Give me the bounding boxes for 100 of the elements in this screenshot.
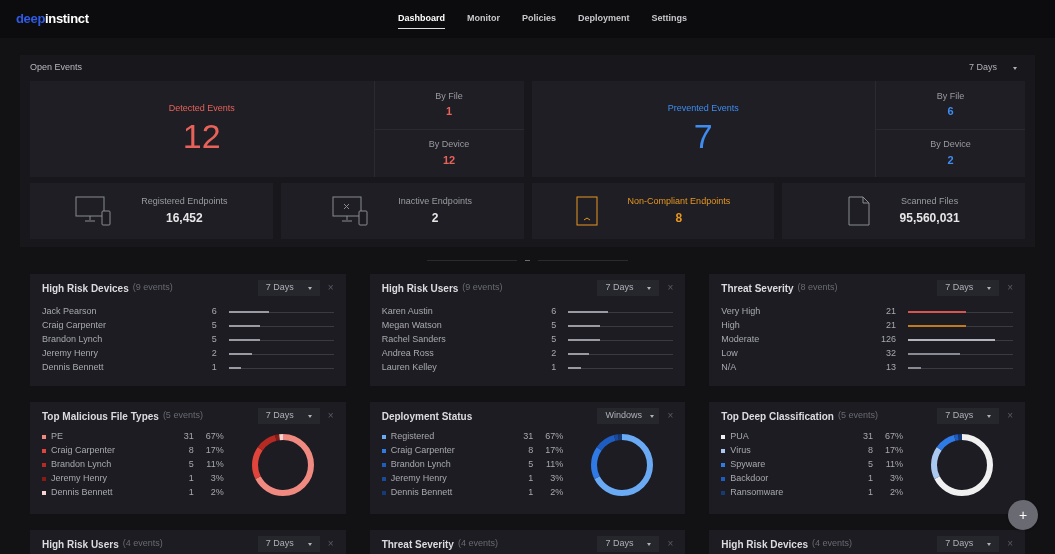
legend-percent: 67% [883,430,903,444]
widget-title: Threat Severity [721,281,794,296]
breakdown-label: By Device [930,138,971,152]
caret-icon [987,286,992,290]
computer-icon [332,196,369,226]
breakdown-label: By File [435,89,463,103]
legend-count: 31 [861,430,873,444]
collapse-handle-icon[interactable] [525,260,530,261]
row-label: Andrea Ross [381,347,435,361]
row-label: Very High [721,305,762,319]
file-icon [847,196,870,226]
event-count: (5 events) [162,409,203,423]
row-count: 6 [550,305,557,319]
legend-count: 5 [866,458,873,472]
legend-label: Spyware [730,458,767,472]
range-dropdown[interactable]: 7 Days [597,280,660,296]
legend-count: 8 [527,444,534,458]
summary-label: Detected Events [168,102,235,116]
nav-tab[interactable]: Dashboard [397,8,445,30]
breakdown-label: By Device [428,138,470,152]
event-count: (8 events) [797,281,838,295]
legend-percent: 11% [884,458,903,472]
widget-title: High Risk Users [42,537,119,552]
panel-title: Open Events [30,61,83,75]
nav-tab[interactable]: Settings [651,8,688,30]
caret-icon [987,542,992,546]
caret-icon [650,414,654,418]
legend-label: Backdoor [730,472,770,486]
range-dropdown[interactable]: 7 Days [257,536,320,552]
legend-label: Dennis Bennett [390,486,454,500]
row-count: 13 [884,361,896,375]
legend-label: Jeremy Henry [390,472,448,486]
row-count: 5 [210,333,217,347]
legend-percent: 17% [544,444,564,458]
row-count: 21 [884,305,896,319]
range-dropdown[interactable]: 7 Days [597,536,660,552]
event-count: (4 events) [122,537,163,551]
legend-percent: 17% [883,444,903,458]
legend-count: 5 [187,458,194,472]
row-label: Craig Carpenter [42,319,108,333]
summary-label: Prevented Events [667,102,739,116]
row-label: Rachel Sanders [381,333,447,347]
row-count: 5 [550,333,557,347]
event-count: (5 events) [837,409,878,423]
row-count: 5 [210,319,217,333]
row-label: Lauren Kelley [381,361,438,375]
row-label: N/A [721,361,738,375]
legend-percent: 3% [888,472,903,486]
nav-tab[interactable]: Deployment [578,8,630,30]
stat-label: Scanned Files [901,195,959,209]
row-count: 21 [884,319,896,333]
legend-percent: 67% [204,430,224,444]
legend-count: 1 [187,486,194,500]
event-count: (9 events) [462,281,503,295]
legend-count: 5 [527,458,534,472]
caret-icon [1013,66,1017,70]
add-button[interactable]: + [1008,500,1038,530]
range-dropdown[interactable]: 7 Days [937,536,1000,552]
legend-percent: 2% [549,486,564,500]
breakdown-label: By File [936,89,965,103]
range-dropdown[interactable]: 7 Days [937,408,1000,424]
stat-label: Registered Endpoints [141,195,228,209]
row-label: Karen Austin [381,305,434,319]
row-count: 32 [884,347,896,361]
row-label: High [721,319,741,333]
caret-icon [307,542,312,546]
legend-label: Brandon Lynch [390,458,452,472]
nav-tab[interactable]: Policies [521,8,556,30]
legend-count: 8 [866,444,873,458]
caret-icon [647,542,652,546]
breakdown-value: 1 [445,104,453,120]
range-dropdown[interactable]: 7 Days [969,61,1017,75]
widget-title: Top Malicious File Types [42,409,159,424]
legend-label: Virus [730,444,752,458]
row-count: 1 [210,361,217,375]
range-dropdown[interactable]: 7 Days [257,408,320,424]
legend-percent: 2% [209,486,224,500]
row-count: 6 [210,305,217,319]
logo: deepinstinct [16,10,89,29]
event-count: (4 events) [457,537,498,551]
row-label: Moderate [721,333,761,347]
widget-title: Threat Severity [381,537,454,552]
legend-percent: 67% [544,430,564,444]
legend-label: Brandon Lynch [51,458,113,472]
range-dropdown[interactable]: Windows [597,408,660,424]
stat-value: 16,452 [166,209,203,227]
stat-label: Non-Compliant Endpoints [627,195,731,209]
widget-title: Top Deep Classification [721,409,834,424]
stat-value: 95,560,031 [899,209,960,227]
tablet-icon [575,196,598,226]
legend-label: Craig Carpenter [390,444,456,458]
nav-tab[interactable]: Monitor [466,8,500,30]
range-dropdown[interactable]: 7 Days [257,280,320,296]
range-dropdown[interactable]: 7 Days [937,280,1000,296]
widget-title: Deployment Status [381,409,473,424]
row-count: 2 [550,347,557,361]
legend-label: Registered [390,430,436,444]
row-count: 5 [550,319,557,333]
computer-icon [75,196,112,226]
row-label: Dennis Bennett [42,361,105,375]
